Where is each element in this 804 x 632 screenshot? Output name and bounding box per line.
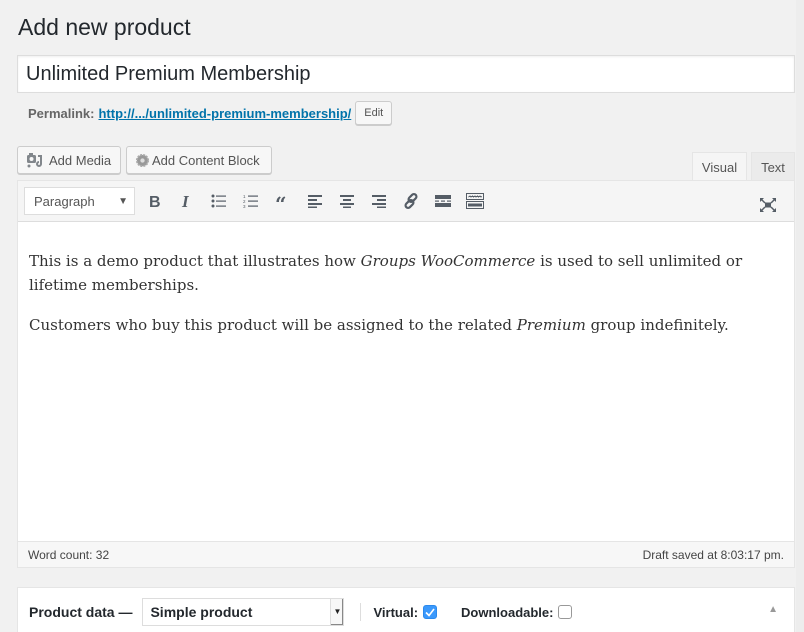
toolbar-toggle-button[interactable]: [459, 187, 491, 215]
downloadable-checkbox[interactable]: [558, 605, 573, 619]
link-icon: [402, 192, 420, 210]
bold-icon: B: [148, 193, 162, 209]
emphasis-text: Premium: [516, 316, 586, 334]
draft-saved-status: Draft saved at 8:03:17 pm.: [642, 547, 784, 562]
svg-text:3: 3: [243, 204, 246, 208]
permalink-row: Permalink: http://.../unlimited-premium-…: [28, 101, 393, 125]
align-left-icon: [307, 194, 323, 208]
tab-visual[interactable]: Visual: [692, 152, 747, 182]
align-right-button[interactable]: [363, 187, 395, 215]
tab-text[interactable]: Text: [751, 152, 795, 181]
add-media-label: Add Media: [49, 152, 112, 168]
downloadable-label: Downloadable:: [461, 604, 554, 620]
add-content-block-label: Add Content Block: [152, 152, 260, 168]
svg-text:I: I: [181, 193, 190, 209]
editor-content[interactable]: This is a demo product that illustrates …: [18, 222, 794, 337]
align-center-button[interactable]: [331, 187, 363, 215]
text: This is a demo product that illustrates …: [29, 252, 361, 270]
editor-status-bar: Word count: 32 Draft saved at 8:03:17 pm…: [18, 541, 794, 567]
emphasis-text: Groups WooCommerce: [360, 252, 536, 270]
page-title: Add new product: [18, 14, 191, 40]
permalink-edit-button[interactable]: Edit: [355, 101, 393, 125]
product-data-label: Product data —: [29, 604, 133, 620]
align-left-button[interactable]: [299, 187, 331, 215]
text: group indefinitely.: [585, 316, 729, 334]
italic-icon: I: [180, 193, 194, 209]
divider: [360, 603, 362, 621]
align-right-icon: [371, 194, 387, 208]
product-type-value: Simple product: [150, 604, 253, 620]
downloadable-option[interactable]: Downloadable:: [461, 604, 573, 620]
read-more-button[interactable]: [427, 187, 459, 215]
italic-button[interactable]: I: [171, 187, 203, 215]
add-media-button[interactable]: Add Media: [17, 146, 121, 174]
content-editor: Paragraph ▼ B I 123 “ This is a demo pro…: [17, 180, 795, 568]
bulleted-list-icon: [211, 194, 227, 208]
format-select[interactable]: Paragraph ▼: [24, 187, 135, 215]
text: Customers who buy this product will be a…: [29, 316, 517, 334]
align-center-icon: [339, 194, 355, 208]
blockquote-button[interactable]: “: [267, 187, 299, 215]
checkmark-icon: [425, 608, 435, 617]
virtual-option[interactable]: Virtual:: [373, 604, 438, 620]
product-data-panel: Product data — Simple product ▼ Virtual:…: [17, 587, 795, 632]
numbered-list-icon: 123: [243, 194, 259, 208]
insert-link-button[interactable]: [395, 187, 427, 215]
format-select-value: Paragraph: [34, 193, 95, 209]
fullscreen-button[interactable]: [752, 191, 784, 219]
read-more-icon: [435, 194, 451, 208]
add-content-block-button[interactable]: Add Content Block: [126, 146, 272, 174]
bold-button[interactable]: B: [139, 187, 171, 215]
word-count: Word count: 32: [28, 547, 110, 562]
chevron-down-icon: ▼: [118, 195, 128, 207]
collapse-toggle-icon[interactable]: ▲: [768, 604, 778, 615]
content-paragraph: Customers who buy this product will be a…: [29, 313, 783, 337]
gear-icon: [135, 153, 150, 168]
content-paragraph: This is a demo product that illustrates …: [29, 249, 783, 297]
product-title-input[interactable]: Unlimited Premium Membership: [17, 55, 795, 93]
permalink-label: Permalink:: [28, 105, 95, 121]
right-gutter: [796, 0, 804, 632]
fullscreen-icon: [760, 198, 776, 212]
numbered-list-button[interactable]: 123: [235, 187, 267, 215]
bulleted-list-button[interactable]: [203, 187, 235, 215]
product-type-select[interactable]: Simple product ▼: [142, 598, 345, 626]
media-icon: [26, 152, 44, 168]
svg-text:B: B: [149, 194, 161, 209]
toolbar-toggle-icon: [466, 193, 484, 209]
svg-text:“: “: [275, 195, 287, 207]
permalink-link[interactable]: http://.../unlimited-premium-membership/: [98, 106, 351, 121]
virtual-checkbox[interactable]: [423, 605, 438, 619]
virtual-label: Virtual:: [373, 604, 419, 620]
blockquote-icon: “: [275, 195, 291, 207]
chevron-down-icon: ▼: [330, 599, 344, 625]
editor-toolbar: Paragraph ▼ B I 123 “: [18, 181, 794, 222]
